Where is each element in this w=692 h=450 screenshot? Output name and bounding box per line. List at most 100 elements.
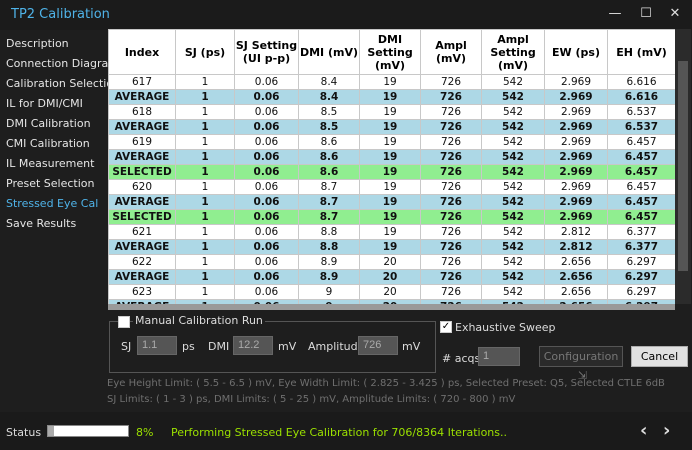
progress-percent: 8% xyxy=(136,426,154,439)
exhaustive-sweep-checkbox[interactable]: ✓ xyxy=(440,321,452,333)
cancel-button[interactable]: Cancel xyxy=(631,346,688,367)
table-row[interactable]: 621 1 0.06 8.8 19 726 542 2.812 6.377 xyxy=(108,224,675,240)
sidebar-item[interactable]: Connection Diagram xyxy=(6,57,119,70)
table-cell: 1 xyxy=(175,134,235,150)
table-row[interactable]: 620 1 0.06 8.7 19 726 542 2.969 6.457 xyxy=(108,179,675,195)
table-cell: AVERAGE xyxy=(108,89,176,105)
table-row[interactable]: SELECTED 1 0.06 8.6 19 726 542 2.969 6.457 xyxy=(108,164,675,180)
column-header[interactable]: SJ Setting (UI p-p) xyxy=(234,29,299,75)
table-cell: 726 xyxy=(420,119,482,135)
table-cell: 19 xyxy=(359,134,421,150)
column-header[interactable]: DMI Setting (mV) xyxy=(359,29,421,75)
table-cell: 542 xyxy=(481,194,545,210)
table-cell: 1 xyxy=(175,269,235,285)
status-label: Status xyxy=(6,426,42,439)
dmi-input[interactable] xyxy=(233,336,273,355)
sidebar-item[interactable]: IL for DMI/CMI xyxy=(6,97,83,110)
table-cell: 6.457 xyxy=(607,164,675,180)
table-cell: 542 xyxy=(481,104,545,120)
table-cell: 1 xyxy=(175,284,235,300)
acqs-input[interactable] xyxy=(478,347,520,366)
table-cell: AVERAGE xyxy=(108,149,176,165)
sidebar-item[interactable]: Description xyxy=(6,37,69,50)
table-cell: 726 xyxy=(420,104,482,120)
table-row[interactable]: 623 1 0.06 9 20 726 542 2.656 6.297 xyxy=(108,284,675,300)
table-cell: 8.7 xyxy=(298,179,360,195)
table-cell: 20 xyxy=(359,269,421,285)
table-cell: 726 xyxy=(420,194,482,210)
table-cell: 6.297 xyxy=(607,284,675,300)
table-cell: 8.6 xyxy=(298,164,360,180)
sidebar-item[interactable]: IL Measurement xyxy=(6,157,94,170)
configuration-button[interactable]: Configuration ⇲ xyxy=(539,346,623,382)
column-header[interactable]: EW (ps) xyxy=(544,29,608,75)
column-header[interactable]: SJ (ps) xyxy=(175,29,235,75)
table-cell: 20 xyxy=(359,284,421,300)
table-cell: 726 xyxy=(420,224,482,240)
progress-bar xyxy=(47,425,129,437)
table-row[interactable]: 619 1 0.06 8.6 19 726 542 2.969 6.457 xyxy=(108,134,675,150)
table-cell: 726 xyxy=(420,239,482,255)
table-cell: 0.06 xyxy=(234,89,299,105)
table-cell: 542 xyxy=(481,134,545,150)
scrollbar-thumb[interactable] xyxy=(678,61,688,271)
sidebar-item[interactable]: DMI Calibration xyxy=(6,117,91,130)
maximize-icon[interactable]: ☐ xyxy=(636,5,656,23)
table-row[interactable]: 622 1 0.06 8.9 20 726 542 2.656 6.297 xyxy=(108,254,675,270)
table-cell: AVERAGE xyxy=(108,269,176,285)
column-header[interactable]: EH (mV) xyxy=(607,29,675,75)
calibration-table: Index SJ (ps) SJ Setting (UI p-p) DMI (mV) D… xyxy=(108,29,675,304)
table-cell: 0.06 xyxy=(234,119,299,135)
table-row[interactable]: AVERAGE 1 0.06 8.4 19 726 542 2.969 6.616 xyxy=(108,89,675,105)
table-row[interactable]: AVERAGE 1 0.06 8.5 19 726 542 2.969 6.537 xyxy=(108,119,675,135)
table-cell: 6.457 xyxy=(607,209,675,225)
table-row[interactable]: AVERAGE 1 0.06 8.6 19 726 542 2.969 6.457 xyxy=(108,149,675,165)
table-row[interactable]: AVERAGE 1 0.06 8.7 19 726 542 2.969 6.457 xyxy=(108,194,675,210)
sidebar-item[interactable]: Stressed Eye Cal xyxy=(6,197,98,210)
table-cell: 542 xyxy=(481,89,545,105)
manual-calibration-label: Manual Calibration Run xyxy=(133,314,265,327)
column-header[interactable]: Ampl (mV) xyxy=(420,29,482,75)
table-cell: 20 xyxy=(359,254,421,270)
progress-fill xyxy=(48,426,55,436)
table-cell: 726 xyxy=(420,269,482,285)
vertical-scrollbar[interactable] xyxy=(675,29,691,304)
table-cell: 726 xyxy=(420,134,482,150)
manual-calibration-checkbox[interactable] xyxy=(118,316,130,328)
sidebar-item[interactable]: Save Results xyxy=(6,217,76,230)
table-cell: 6.616 xyxy=(607,89,675,105)
table-cell: 2.969 xyxy=(544,164,608,180)
table-cell: 0.06 xyxy=(234,224,299,240)
column-header[interactable]: Ampl Setting (mV) xyxy=(481,29,545,75)
next-icon[interactable]: › xyxy=(663,420,670,441)
table-cell: 726 xyxy=(420,209,482,225)
table-row[interactable]: AVERAGE 1 0.06 8.9 20 726 542 2.656 6.297 xyxy=(108,269,675,285)
amplitude-input[interactable] xyxy=(358,336,398,355)
table-cell: 19 xyxy=(359,179,421,195)
table-cell: 6.457 xyxy=(607,194,675,210)
sj-input[interactable] xyxy=(137,336,177,355)
minimize-icon[interactable]: — xyxy=(605,5,625,23)
table-row[interactable]: AVERAGE 1 0.06 8.8 19 726 542 2.812 6.377 xyxy=(108,239,675,255)
table-cell: 542 xyxy=(481,179,545,195)
table-cell: 19 xyxy=(359,74,421,90)
table-cell: 0.06 xyxy=(234,209,299,225)
horizontal-scrollbar[interactable] xyxy=(108,304,675,310)
table-cell: 8.6 xyxy=(298,134,360,150)
table-cell: 2.656 xyxy=(544,284,608,300)
prev-icon[interactable]: ‹ xyxy=(640,420,647,441)
close-icon[interactable]: ✕ xyxy=(665,5,685,23)
table-cell: 726 xyxy=(420,179,482,195)
column-header[interactable]: DMI (mV) xyxy=(298,29,360,75)
table-cell: 19 xyxy=(359,149,421,165)
table-cell: 8.6 xyxy=(298,149,360,165)
table-row[interactable]: 618 1 0.06 8.5 19 726 542 2.969 6.537 xyxy=(108,104,675,120)
sidebar-item[interactable]: Calibration Selection xyxy=(6,77,120,90)
table-row[interactable]: 617 1 0.06 8.4 19 726 542 2.969 6.616 xyxy=(108,74,675,90)
column-header[interactable]: Index xyxy=(108,29,176,75)
table-row[interactable]: SELECTED 1 0.06 8.7 19 726 542 2.969 6.457 xyxy=(108,209,675,225)
table-cell: 1 xyxy=(175,254,235,270)
sidebar-item[interactable]: Preset Selection xyxy=(6,177,95,190)
sidebar-item[interactable]: CMI Calibration xyxy=(6,137,90,150)
table-cell: 6.457 xyxy=(607,179,675,195)
